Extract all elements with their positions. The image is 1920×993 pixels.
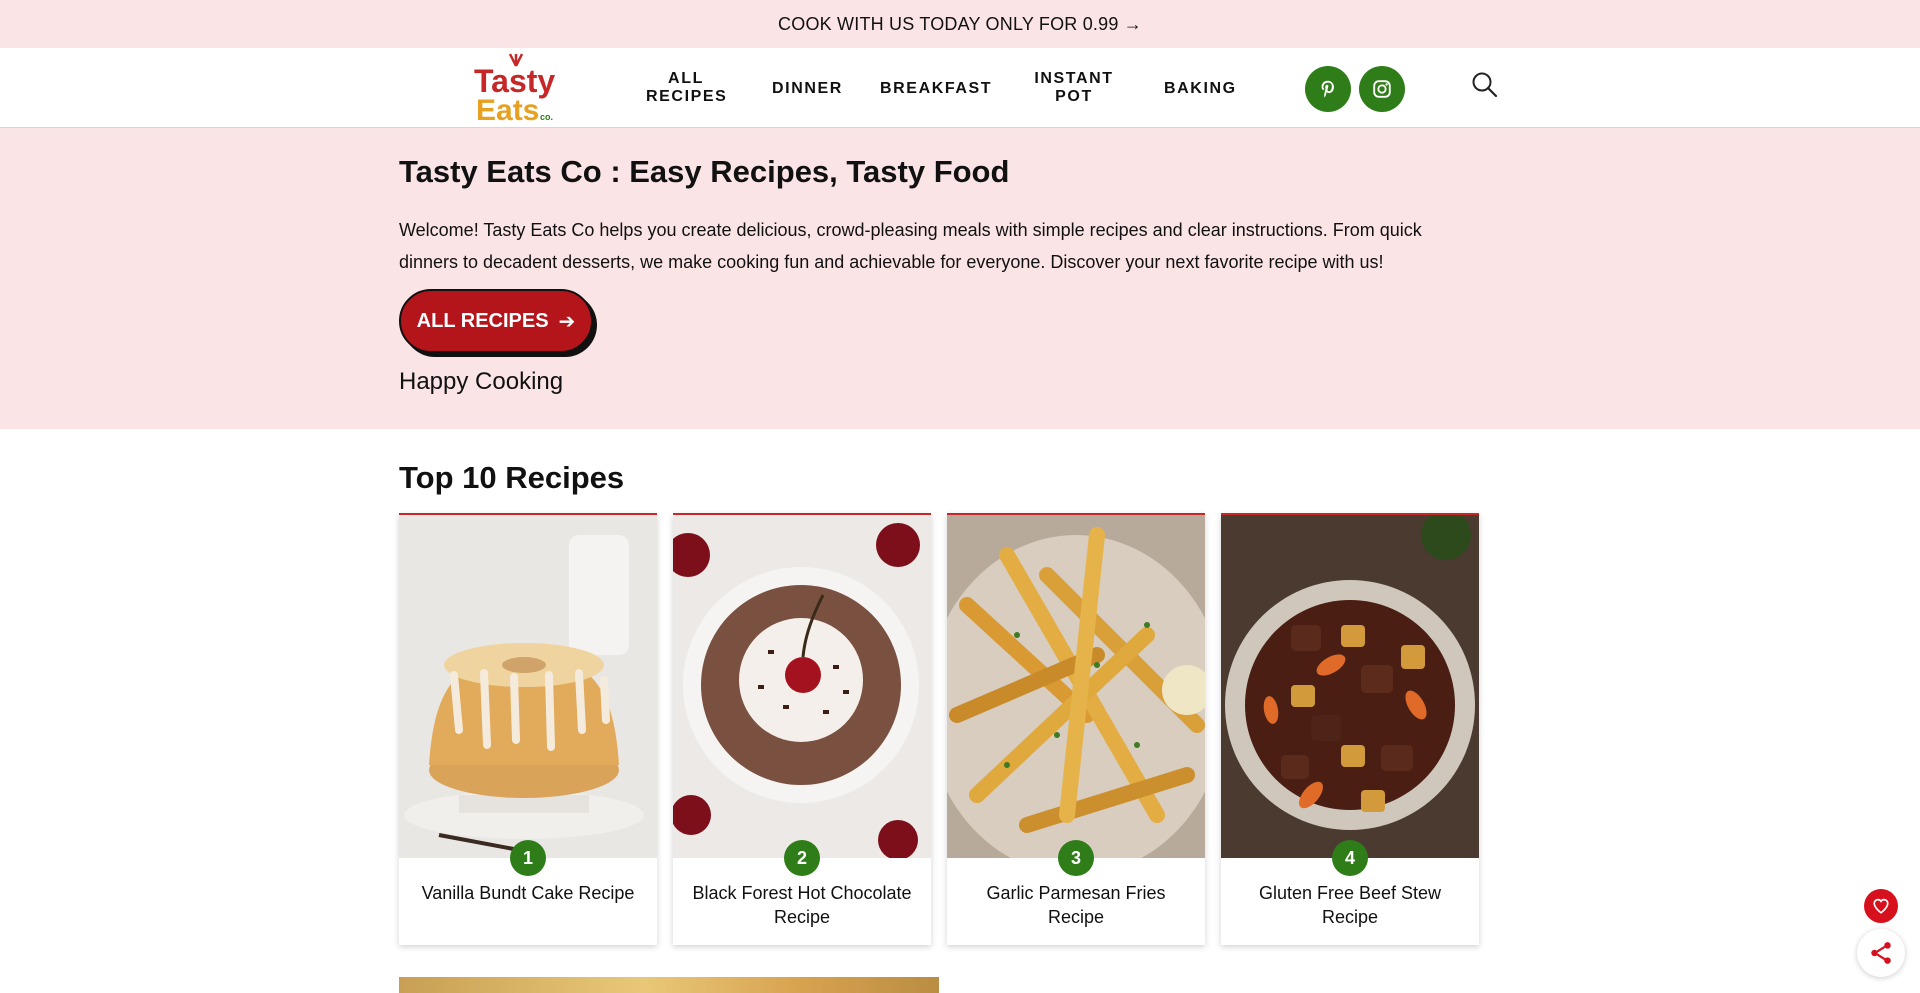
- nav-all-recipes[interactable]: ALL RECIPES: [646, 70, 726, 106]
- site-logo[interactable]: Tasty Eats co.: [472, 52, 562, 127]
- recipe-image-hot-chocolate[interactable]: [673, 515, 931, 858]
- top-recipes-grid: 1 Vanilla Bundt Cake Recipe 2 Black Fore…: [399, 513, 1479, 945]
- pinterest-button[interactable]: [1305, 66, 1351, 112]
- recipe-card[interactable]: 1 Vanilla Bundt Cake Recipe: [399, 513, 657, 945]
- hero-section: Tasty Eats Co : Easy Recipes, Tasty Food…: [0, 128, 1920, 429]
- search-icon: [1472, 72, 1498, 98]
- pinterest-icon: [1321, 80, 1334, 98]
- nav-all-recipes-line1: ALL: [668, 70, 704, 87]
- instagram-icon: [1373, 80, 1391, 98]
- logo-graphic: Tasty Eats co.: [474, 53, 555, 127]
- logo-text-eats: Eats: [476, 94, 539, 124]
- hero-tagline: Happy Cooking: [399, 368, 564, 395]
- search-button[interactable]: [1470, 70, 1500, 100]
- promo-link[interactable]: COOK WITH US TODAY ONLY FOR 0.99 →: [778, 14, 1142, 35]
- recipe-title[interactable]: Vanilla Bundt Cake Recipe: [409, 881, 647, 905]
- arrow-right-icon: ➔: [558, 310, 576, 333]
- recipe-title[interactable]: Gluten Free Beef Stew Recipe: [1231, 881, 1469, 929]
- nav-all-recipes-line2: RECIPES: [646, 88, 728, 105]
- nav-breakfast[interactable]: BREAKFAST: [880, 80, 992, 98]
- recipe-image-beef-stew[interactable]: [1221, 515, 1479, 858]
- nav-instant-pot-line1: INSTANT: [1034, 70, 1114, 87]
- site-header: Tasty Eats co. ALL RECIPES DINNER BREAKF…: [0, 48, 1920, 128]
- instagram-button[interactable]: [1359, 66, 1405, 112]
- recipe-title[interactable]: Black Forest Hot Chocolate Recipe: [683, 881, 921, 929]
- recipe-card[interactable]: 3 Garlic Parmesan Fries Recipe: [947, 513, 1205, 945]
- rank-badge: 1: [510, 840, 546, 876]
- rank-badge: 2: [784, 840, 820, 876]
- share-button[interactable]: [1857, 929, 1905, 977]
- recipe-image-bundt-cake[interactable]: [399, 515, 657, 858]
- recipe-card[interactable]: 4 Gluten Free Beef Stew Recipe: [1221, 513, 1479, 945]
- recipe-title[interactable]: Garlic Parmesan Fries Recipe: [957, 881, 1195, 929]
- favorites-button[interactable]: [1864, 889, 1898, 923]
- all-recipes-button[interactable]: ALL RECIPES ➔: [399, 289, 593, 353]
- nav-instant-pot-line2: POT: [1055, 88, 1093, 105]
- nav-baking[interactable]: BAKING: [1164, 80, 1237, 98]
- hero-description: Welcome! Tasty Eats Co helps you create …: [399, 220, 1422, 272]
- recipe-image-fries[interactable]: [947, 515, 1205, 858]
- heart-icon: [1873, 898, 1889, 914]
- rank-badge: 4: [1332, 840, 1368, 876]
- nav-instant-pot[interactable]: INSTANT POT: [1030, 70, 1118, 106]
- logo-text-co: co.: [540, 112, 553, 122]
- all-recipes-button-label: ALL RECIPES: [416, 309, 549, 332]
- nav-dinner[interactable]: DINNER: [772, 80, 843, 98]
- top-recipes-title: Top 10 Recipes: [399, 460, 625, 495]
- share-icon: [1871, 942, 1891, 964]
- next-recipe-image-partial[interactable]: [399, 977, 939, 993]
- recipe-card[interactable]: 2 Black Forest Hot Chocolate Recipe: [673, 513, 931, 945]
- rank-badge: 3: [1058, 840, 1094, 876]
- hero-title: Tasty Eats Co : Easy Recipes, Tasty Food: [399, 154, 1010, 189]
- promo-banner[interactable]: COOK WITH US TODAY ONLY FOR 0.99 →: [0, 0, 1920, 48]
